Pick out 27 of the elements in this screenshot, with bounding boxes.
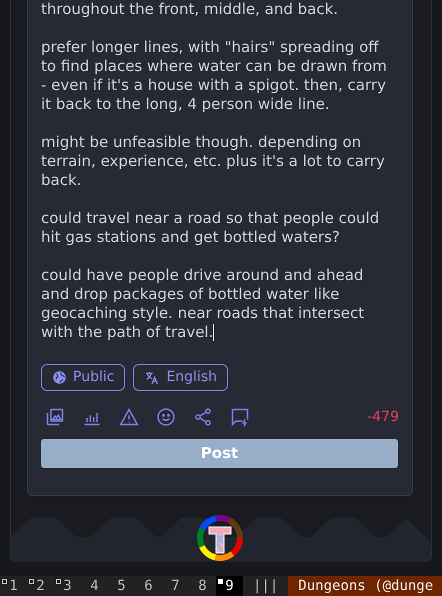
share-icon[interactable] — [193, 407, 213, 427]
warning-icon[interactable] — [119, 407, 139, 427]
post-paragraph: could travel near a road so that people could hit gas stations and get bottled waters? — [41, 209, 380, 247]
workspace-tab[interactable]: 3 — [54, 576, 81, 596]
translate-icon — [144, 370, 160, 386]
comment-icon[interactable] — [230, 407, 250, 427]
image-icon[interactable] — [45, 407, 65, 427]
workspace-tab[interactable]: 8 — [189, 576, 216, 596]
character-count: -479 — [367, 408, 399, 426]
workspace-tab[interactable]: 2 — [27, 576, 54, 596]
smiley-icon[interactable] — [156, 407, 176, 427]
workspace-tab[interactable]: 5 — [108, 576, 135, 596]
post-paragraph: could have people drive around and ahead and drop packages of bottled water like geocaching style. near roads that intersect with the path of travel. — [41, 266, 366, 342]
workspace-tab[interactable]: 7 — [162, 576, 189, 596]
layout-indicator[interactable]: ||| — [243, 576, 288, 596]
workspace-tab[interactable]: 9 — [216, 576, 243, 596]
post-paragraph: throughout the front, middle, and back. — [41, 0, 340, 19]
workspace-tab[interactable]: 6 — [135, 576, 162, 596]
workspace-tab[interactable]: 1 — [0, 576, 27, 596]
logo-icon — [195, 513, 245, 563]
workspace-tab[interactable]: 4 — [81, 576, 108, 596]
globe-icon — [52, 370, 67, 385]
language-button[interactable]: English — [133, 364, 228, 391]
post-paragraph: might be unfeasible though. depending on terrain, experience, etc. plus it's a lot to carry back. — [41, 133, 386, 190]
post-paragraph: prefer longer lines, with "hairs" spreading off to find places where water can be drawn from - even if it's a house with a spigot. then, carry it back to the long, 4 person wide line. — [41, 38, 387, 114]
window-title[interactable]: Dungeons (@dunge — [288, 576, 442, 596]
visibility-button[interactable]: Public — [41, 364, 126, 391]
